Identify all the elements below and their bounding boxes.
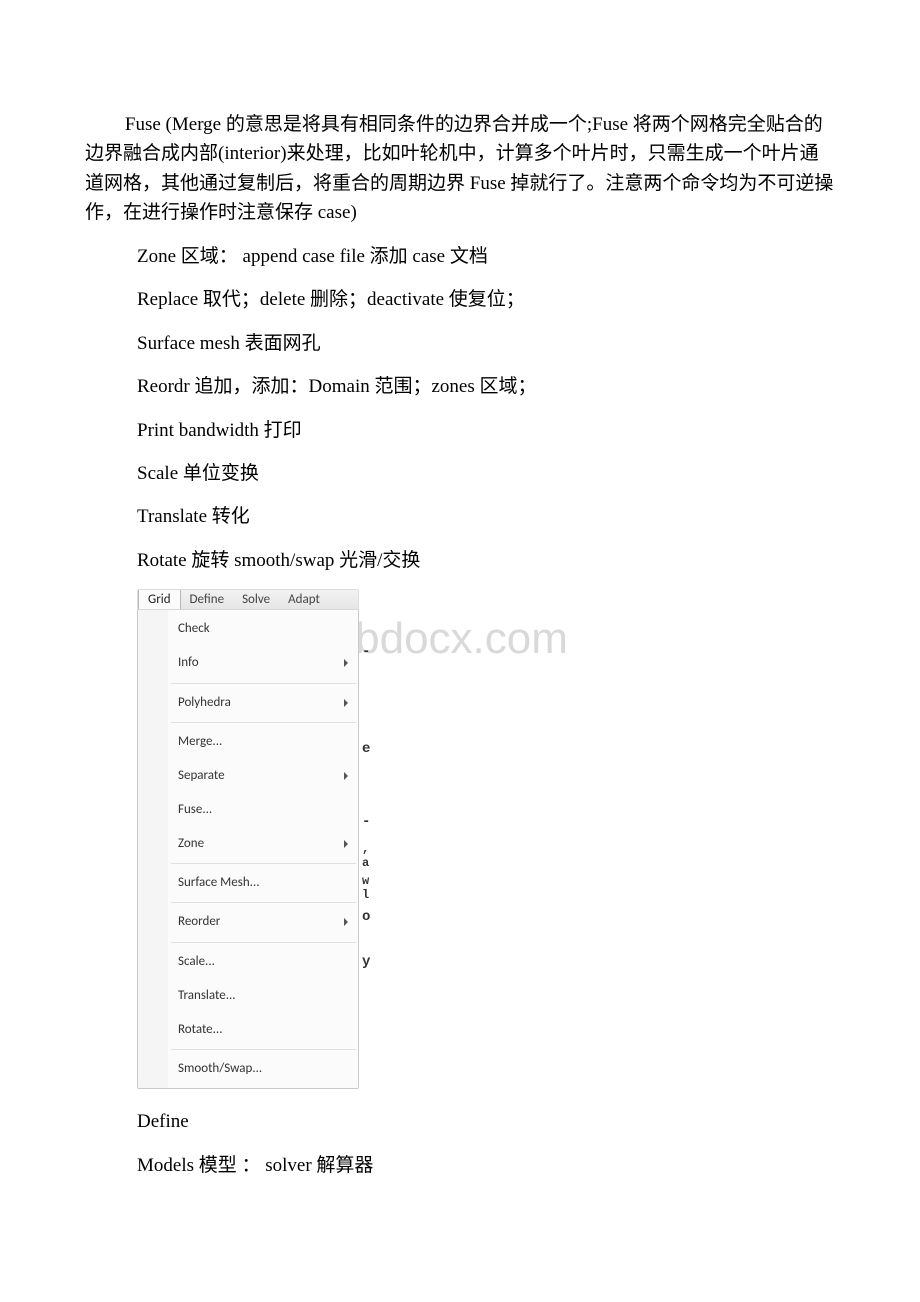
menu-solve[interactable]: Solve — [233, 590, 279, 610]
item-merge[interactable]: Merge... — [138, 725, 358, 759]
chevron-right-icon — [344, 840, 348, 848]
item-translate[interactable]: Translate... — [138, 979, 358, 1013]
item-separate[interactable]: Separate — [138, 759, 358, 793]
item-info-label: Info — [178, 655, 199, 670]
document-content: Fuse (Merge 的意思是将具有相同条件的边界合并成一个;Fuse 将两个… — [85, 110, 835, 1180]
cropped-char: o — [362, 907, 370, 929]
paragraph-replace: Replace 取代；delete 删除；deactivate 使复位； — [85, 285, 835, 314]
item-surface-mesh[interactable]: Surface Mesh... — [138, 866, 358, 900]
menu-separator — [171, 1049, 356, 1050]
grid-menu-screenshot: Grid Define Solve Adapt Check Info Polyh… — [137, 589, 359, 1089]
chevron-right-icon — [344, 659, 348, 667]
cropped-char: , a — [362, 842, 369, 870]
menu-separator — [171, 683, 356, 684]
item-zone[interactable]: Zone — [138, 827, 358, 861]
paragraph-scale: Scale 单位变换 — [85, 459, 835, 488]
chevron-right-icon — [344, 699, 348, 707]
paragraph-translate: Translate 转化 — [85, 502, 835, 531]
paragraph-define: Define — [85, 1107, 835, 1136]
cropped-char: - — [362, 642, 370, 664]
paragraph-zone: Zone 区域： append case file 添加 case 文档 — [85, 242, 835, 271]
cropped-char: - — [362, 812, 370, 834]
paragraph-reorder: Reordr 追加，添加：Domain 范围；zones 区域； — [85, 372, 835, 401]
item-zone-label: Zone — [178, 836, 204, 851]
chevron-right-icon — [344, 918, 348, 926]
menu-grid[interactable]: Grid — [138, 590, 181, 610]
cropped-char: w l — [362, 874, 369, 902]
item-check[interactable]: Check — [138, 612, 358, 646]
menu-adapt[interactable]: Adapt — [279, 590, 329, 610]
item-rotate[interactable]: Rotate... — [138, 1013, 358, 1047]
grid-dropdown: Check Info Polyhedra Merge... Separate F… — [137, 610, 359, 1089]
menu-separator — [171, 942, 356, 943]
menu-separator — [171, 863, 356, 864]
item-reorder-label: Reorder — [178, 914, 220, 929]
item-scale[interactable]: Scale... — [138, 945, 358, 979]
item-info[interactable]: Info — [138, 646, 358, 680]
paragraph-fuse: Fuse (Merge 的意思是将具有相同条件的边界合并成一个;Fuse 将两个… — [85, 110, 835, 228]
paragraph-rotate: Rotate 旋转 smooth/swap 光滑/交换 — [85, 546, 835, 575]
item-polyhedra[interactable]: Polyhedra — [138, 686, 358, 720]
item-fuse[interactable]: Fuse... — [138, 793, 358, 827]
menu-separator — [171, 722, 356, 723]
menu-bar: Grid Define Solve Adapt — [137, 589, 359, 610]
paragraph-surface-mesh: Surface mesh 表面网孔 — [85, 329, 835, 358]
menu-define[interactable]: Define — [181, 590, 234, 610]
item-polyhedra-label: Polyhedra — [178, 695, 231, 710]
chevron-right-icon — [344, 772, 348, 780]
cropped-char: e — [362, 739, 370, 761]
paragraph-models: Models 模型 ： solver 解算器 — [85, 1151, 835, 1180]
menu-separator — [171, 902, 356, 903]
item-separate-label: Separate — [178, 768, 225, 783]
paragraph-print-bandwidth: Print bandwidth 打印 — [85, 416, 835, 445]
item-reorder[interactable]: Reorder — [138, 905, 358, 939]
cropped-char: y — [362, 952, 370, 974]
item-smooth-swap[interactable]: Smooth/Swap... — [138, 1052, 358, 1086]
